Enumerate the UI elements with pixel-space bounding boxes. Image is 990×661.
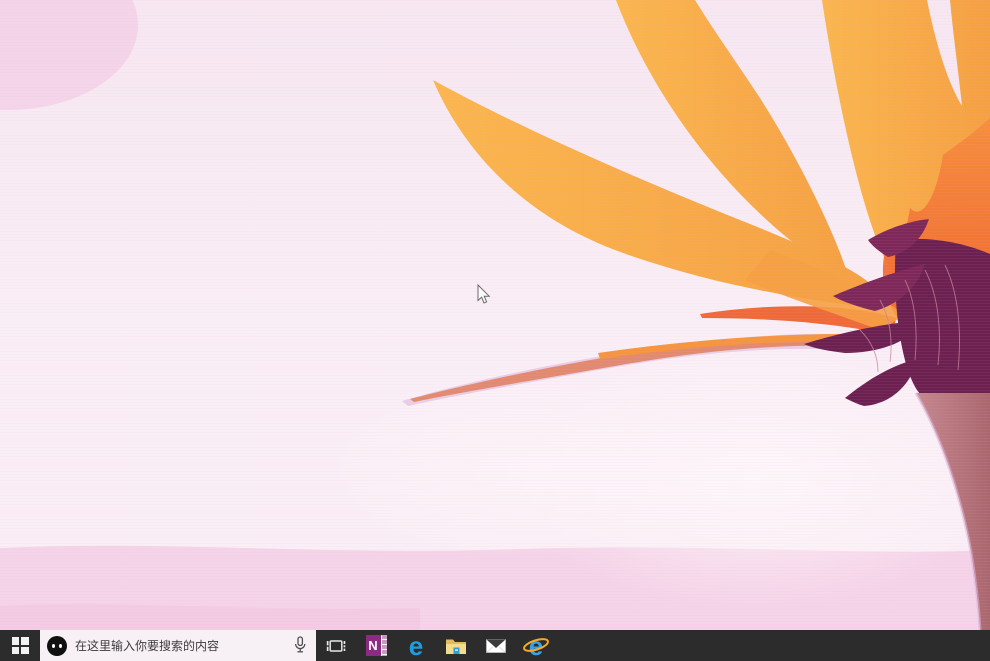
taskbar: N e e (0, 630, 990, 661)
taskbar-button-task-view[interactable] (316, 630, 356, 661)
microphone-icon[interactable] (293, 636, 307, 655)
task-view-icon (325, 635, 347, 657)
edge-icon: e (409, 635, 423, 657)
start-button[interactable] (0, 630, 40, 661)
mouse-cursor (477, 284, 491, 305)
internet-explorer-icon: e (522, 633, 550, 659)
taskbar-button-edge[interactable]: e (396, 630, 436, 661)
mail-icon (486, 638, 506, 654)
taskbar-button-file-explorer[interactable] (436, 630, 476, 661)
taskbar-search-box[interactable] (40, 630, 316, 661)
onenote-letter: N (366, 635, 381, 656)
taskbar-button-internet-explorer[interactable]: e (516, 630, 556, 661)
taskbar-button-onenote[interactable]: N (356, 630, 396, 661)
ie-orbit-ring (522, 633, 550, 659)
onenote-icon: N (366, 635, 387, 656)
cortana-icon (47, 636, 67, 656)
taskbar-button-mail[interactable] (476, 630, 516, 661)
windows-logo-icon (12, 637, 29, 654)
file-explorer-icon (445, 637, 467, 655)
search-input[interactable] (75, 639, 285, 653)
wallpaper-flower-image (0, 0, 990, 630)
desktop[interactable] (0, 0, 990, 630)
